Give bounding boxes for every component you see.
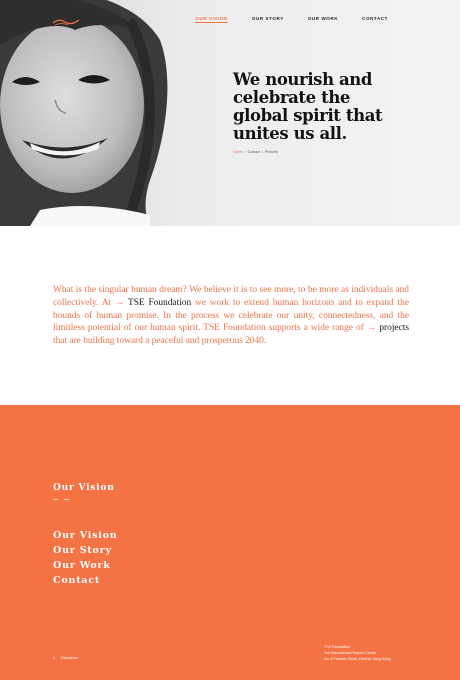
nav-our-vision[interactable]: OUR VISION	[195, 16, 228, 23]
footer-section: Our Vision Our Vision Our Story Our Work…	[0, 405, 460, 680]
breadcrumb: Home / Contact / Pictures	[233, 150, 278, 154]
breadcrumb-home[interactable]: Home	[233, 150, 243, 154]
footer-nav: Our Vision Our Story Our Work Contact	[53, 530, 118, 586]
intro-paragraph: What is the singular human dream? We bel…	[53, 284, 409, 348]
intro-text-part3: that are building toward a peaceful and …	[53, 336, 267, 347]
breadcrumb-separator: /	[244, 150, 246, 154]
footer-nav-our-vision[interactable]: Our Vision	[53, 530, 118, 541]
dash	[64, 499, 69, 501]
main-nav: OUR VISION OUR STORY OUR WORK CONTACT	[195, 16, 388, 23]
footer-number: 1	[53, 656, 55, 660]
breadcrumb-separator: /	[261, 150, 263, 154]
address-line: No. 8 Finance Street, Central, Hong Kong	[324, 657, 391, 661]
nav-contact[interactable]: CONTACT	[362, 16, 388, 23]
footer-disclaimer: 1 Disclaimer	[53, 656, 78, 660]
arrow-right-icon: →	[366, 323, 377, 334]
arrow-right-icon: →	[114, 297, 125, 308]
dash	[53, 499, 58, 501]
footer-address: TSE Foundation Tse International Finance…	[324, 644, 391, 662]
nav-our-work[interactable]: OUR WORK	[308, 16, 338, 23]
breadcrumb-pictures: Pictures	[264, 150, 278, 154]
logo-icon	[52, 19, 80, 26]
intro-section: What is the singular human dream? We bel…	[0, 226, 460, 405]
footer-nav-contact[interactable]: Contact	[53, 575, 118, 586]
footer-dashes-decoration	[53, 499, 69, 501]
projects-link[interactable]: projects	[379, 323, 409, 333]
logo[interactable]	[52, 12, 80, 31]
footer-nav-our-work[interactable]: Our Work	[53, 560, 118, 571]
hero-heading: We nourish and celebrate the global spir…	[233, 70, 383, 143]
nav-our-story[interactable]: OUR STORY	[252, 16, 284, 23]
tse-foundation-link[interactable]: TSE Foundation	[128, 298, 191, 308]
breadcrumb-contact[interactable]: Contact	[248, 150, 260, 154]
hero-section: OUR VISION OUR STORY OUR WORK CONTACT We…	[0, 0, 460, 226]
disclaimer-link[interactable]: Disclaimer	[61, 656, 78, 660]
footer-nav-our-story[interactable]: Our Story	[53, 545, 118, 556]
footer-section-title: Our Vision	[53, 483, 115, 493]
